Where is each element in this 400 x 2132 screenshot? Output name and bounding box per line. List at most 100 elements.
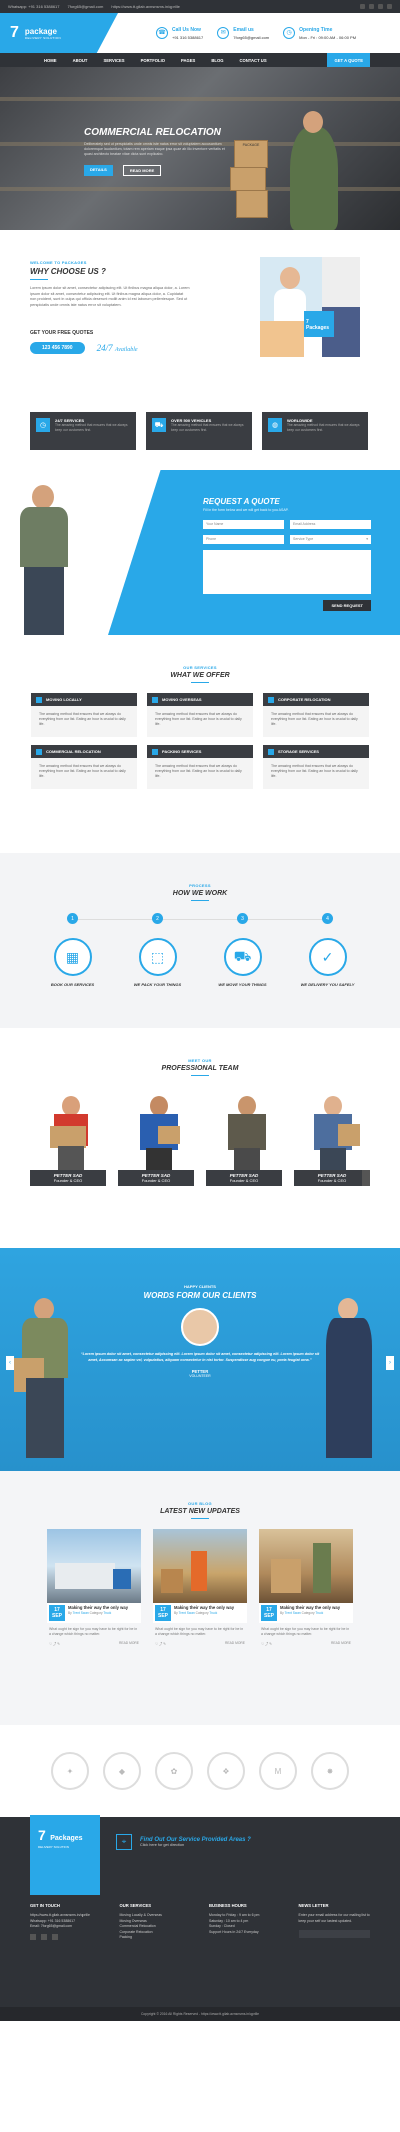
nav-blog[interactable]: BLOG [203, 58, 231, 63]
team-member[interactable]: PETTER SAD Founder & CEO [206, 1086, 282, 1186]
why-choose-section: WELCOME TO PACKAGES WHY CHOOSE US ? Lore… [0, 230, 400, 470]
member-role: Founder & CEO [229, 1178, 259, 1183]
nav-pages[interactable]: PAGES [173, 58, 203, 63]
service-card[interactable]: MOVING LOCALLY The amazing method that en… [31, 693, 137, 737]
client-logo[interactable]: ✦ [51, 1752, 89, 1790]
get-quote-button[interactable]: GET A QUOTE [327, 53, 370, 67]
member-photo [30, 1086, 106, 1170]
post-excerpt: What ought be sign for you may have to b… [155, 1627, 244, 1636]
header-info: ☎ Call Us Now +91 316 5388617 ✉ Email us 7… [156, 26, 356, 40]
footer-logo[interactable]: 7 Packages DELIVERY SOLUTION [30, 1815, 100, 1895]
service-card[interactable]: CORPORATE RELOCATION The amazing method t… [263, 693, 369, 737]
read-more-link[interactable]: READ MORE [225, 1641, 245, 1646]
post-category[interactable]: Truck [315, 1611, 323, 1615]
name-input[interactable]: Your Name [203, 520, 284, 529]
hero-details-button[interactable]: DETAILS [84, 165, 113, 176]
message-textarea[interactable] [203, 550, 371, 594]
client-logo[interactable]: M [259, 1752, 297, 1790]
email-label: Email us [233, 26, 254, 33]
newsletter-email-input[interactable] [298, 1930, 370, 1938]
step-title: WE MOVE YOUR THINGS [218, 982, 267, 987]
footer-service-link[interactable]: Packing [120, 1935, 192, 1941]
client-logo[interactable]: ✿ [155, 1752, 193, 1790]
service-type-select[interactable]: Service Type ▾ [290, 535, 371, 544]
google-icon[interactable] [52, 1933, 58, 1940]
client-logo[interactable]: ❖ [207, 1752, 245, 1790]
service-card[interactable]: PACKING SERVICES The amazing method that … [147, 745, 253, 789]
topbar-url[interactable]: https://www.tt.gilab.avnsnsms.in/qprille [111, 4, 179, 9]
post-category[interactable]: Truck [103, 1611, 111, 1615]
post-title[interactable]: Making their way the only way [174, 1605, 234, 1610]
service-desc: The amazing method that ensures that we … [271, 712, 358, 726]
team-member[interactable]: PETTER SAD Founder & CEO [118, 1086, 194, 1186]
topbar-email[interactable]: 7forg65@gmail.com [68, 4, 104, 9]
shelf-decoration [0, 187, 400, 191]
service-icon [152, 748, 158, 755]
twitter-icon[interactable] [369, 4, 374, 9]
service-desc: The amazing method that ensures that we … [155, 764, 242, 778]
nav-portfolio[interactable]: PORTFOLIO [133, 58, 173, 63]
read-more-link[interactable]: READ MORE [331, 1641, 351, 1646]
team-title: PROFESSIONAL TEAM [161, 1065, 239, 1072]
next-arrow-icon[interactable]: › [386, 1356, 394, 1370]
footer-contact-line[interactable]: Email: 7forg65@gmail.com [30, 1924, 102, 1930]
email-value[interactable]: 7forg65@gmail.com [233, 35, 269, 40]
post-author[interactable]: Trent Swan [285, 1611, 301, 1615]
team-member[interactable]: PETTER SAD Founder & CEO [294, 1086, 370, 1186]
post-author[interactable]: Trent Swan [179, 1611, 195, 1615]
nav-home[interactable]: HOME [36, 58, 65, 63]
twitter-icon[interactable] [41, 1933, 47, 1940]
site-header: 7 package DELIVERY SOLUTION ☎ Call Us No… [0, 13, 400, 53]
blog-post[interactable]: 17 SEP Making their way the only way By Tre… [47, 1529, 141, 1646]
clock-icon: ◷ [283, 26, 296, 39]
site-footer: 7 Packages DELIVERY SOLUTION ⌖ Find Out … [0, 1815, 400, 2021]
step-title: WE PACK YOUR THINGS [133, 982, 182, 987]
nav-contact[interactable]: CONTACT US [231, 58, 274, 63]
service-icon [36, 748, 42, 755]
footer-logo-number: 7 [38, 1827, 46, 1843]
facebook-icon[interactable] [30, 1933, 36, 1940]
topbar-whatsapp: Whatsapp: +91 316 5388617 [8, 4, 60, 9]
email-input[interactable]: Email Address [290, 520, 371, 529]
share-icons[interactable]: ♡ ⤴ ✎ [155, 1641, 166, 1646]
read-more-link[interactable]: READ MORE [119, 1641, 139, 1646]
google-icon[interactable] [378, 4, 383, 9]
services-kicker: OUR SERVICES [183, 665, 217, 670]
phone-pill[interactable]: 123 456 7890 [30, 342, 85, 354]
cta-subtitle: Click here for get direction [140, 1843, 185, 1847]
delivery-icon: ✓ [308, 938, 347, 976]
service-card[interactable]: COMMERCIAL RELOCATION The amazing method … [31, 745, 137, 789]
nav-services[interactable]: SERVICES [95, 58, 132, 63]
service-desc: The amazing method that ensures that we … [271, 764, 358, 778]
post-author[interactable]: Trent Swan [73, 1611, 89, 1615]
send-request-button[interactable]: SEND REQUEST [323, 600, 371, 611]
call-label: Call Us Now [172, 26, 201, 33]
linkedin-icon[interactable] [387, 4, 392, 9]
site-logo[interactable]: 7 package DELIVERY SOLUTION [0, 13, 118, 53]
service-area-cta[interactable]: ⌖ Find Out Our Service Provided Areas ? C… [116, 1834, 251, 1850]
service-card[interactable]: MOVING OVERSEAS The amazing method that e… [147, 693, 253, 737]
nav-about[interactable]: ABOUT [65, 58, 96, 63]
title-underline [191, 900, 209, 901]
team-member[interactable]: PETTER SAD Founder & CEO [30, 1086, 106, 1186]
phone-input[interactable]: Phone [203, 535, 284, 544]
share-icons[interactable]: ♡ ⤴ ✎ [261, 1641, 272, 1646]
blog-post[interactable]: 17 SEP Making their way the only way By Tre… [259, 1529, 353, 1646]
truck-icon: ⛟ [223, 938, 262, 976]
client-logo[interactable]: ◆ [103, 1752, 141, 1790]
hero-readmore-button[interactable]: READ MORE [122, 165, 162, 176]
post-title[interactable]: Making their way the only way [68, 1605, 128, 1610]
facebook-icon[interactable] [360, 4, 365, 9]
post-by: By [280, 1611, 284, 1615]
social-toggle[interactable] [362, 1170, 370, 1186]
prev-arrow-icon[interactable]: ‹ [6, 1356, 14, 1370]
hero-banner: PACKAGE COMMERCIAL RELOCATION Deliberate… [0, 67, 400, 230]
post-title[interactable]: Making their way the only way [280, 1605, 340, 1610]
client-logo[interactable]: ✸ [311, 1752, 349, 1790]
post-month: SEP [263, 1613, 274, 1619]
post-category[interactable]: Truck [209, 1611, 217, 1615]
phone-icon: ☎ [156, 26, 168, 39]
blog-post[interactable]: 17 SEP Making their way the only way By Tre… [153, 1529, 247, 1646]
share-icons[interactable]: ♡ ⤴ ✎ [49, 1641, 60, 1646]
service-card[interactable]: STORAGE SERVICES The amazing method that … [263, 745, 369, 789]
